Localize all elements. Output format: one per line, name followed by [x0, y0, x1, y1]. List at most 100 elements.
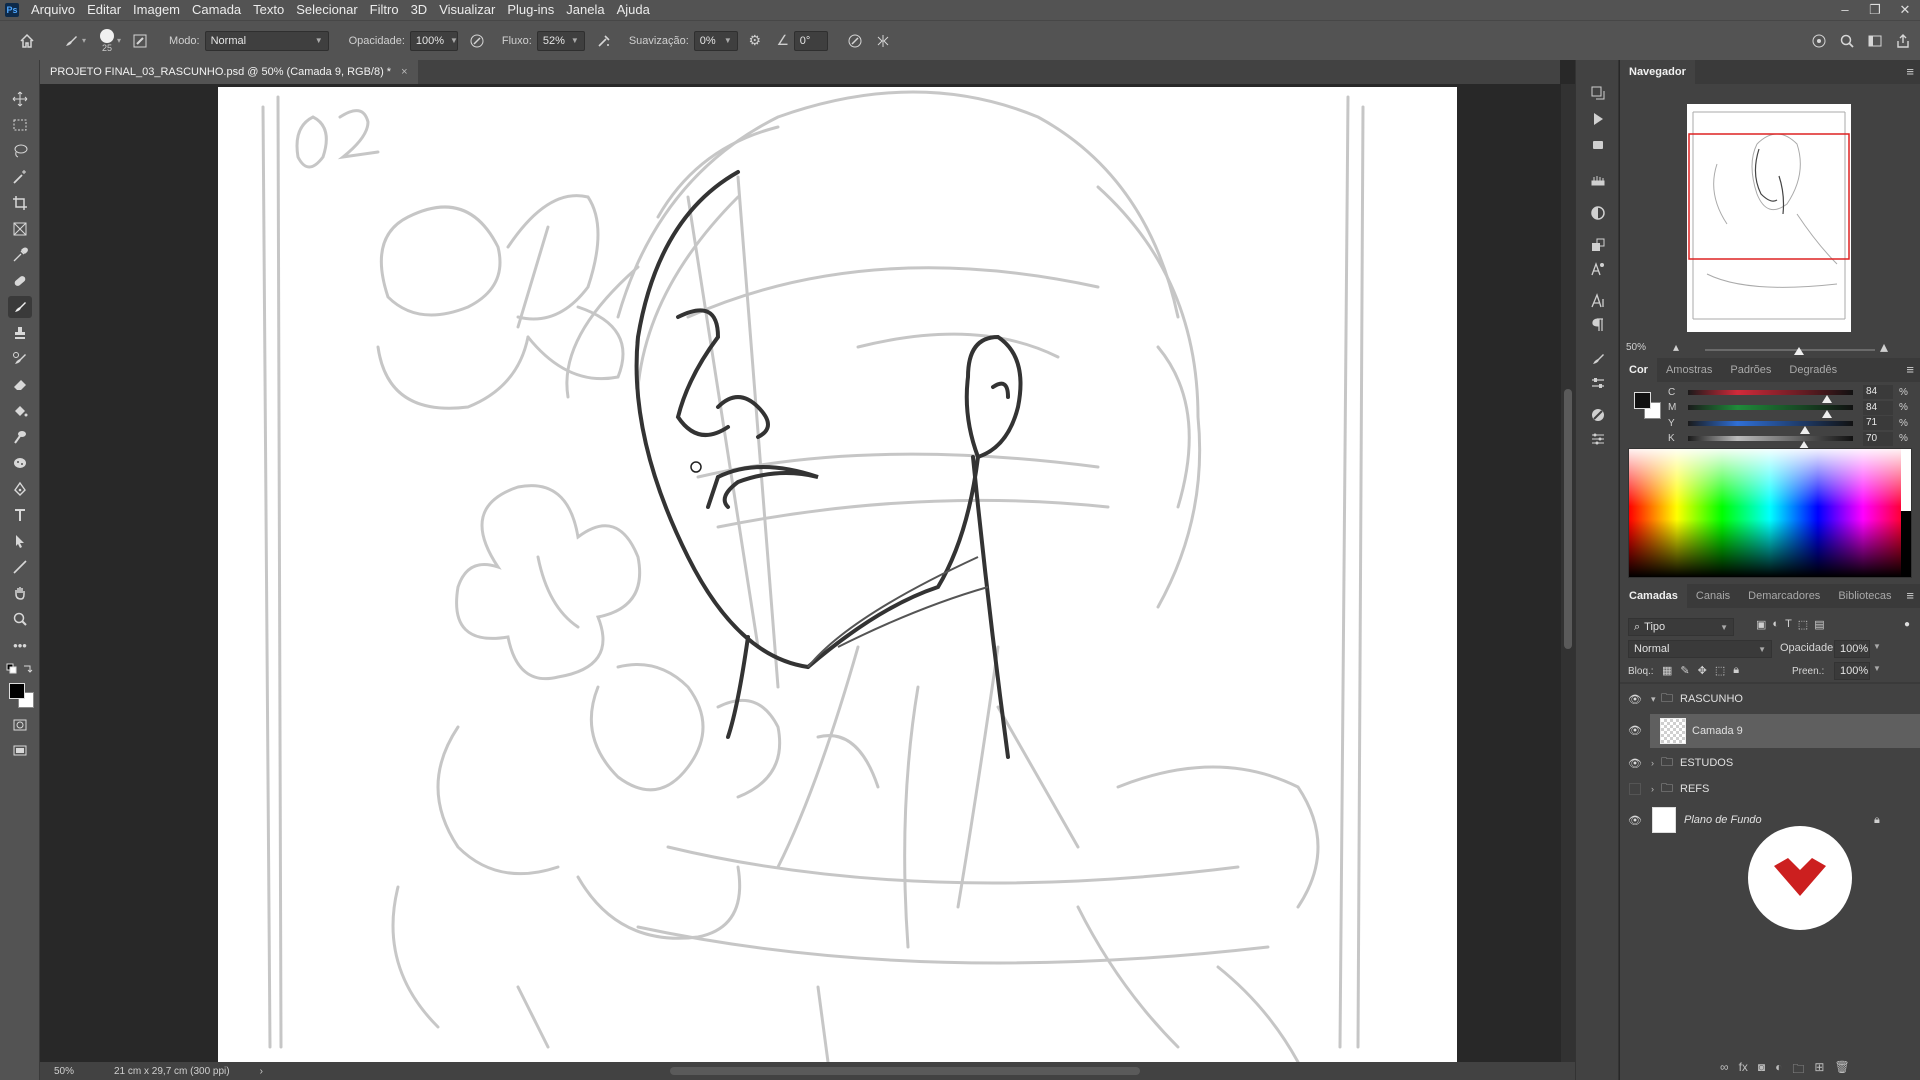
chevron-right-icon[interactable]: › — [1651, 758, 1654, 768]
document-canvas[interactable] — [218, 87, 1457, 1062]
restore-button[interactable]: ❐ — [1860, 0, 1890, 20]
chevron-down-icon[interactable]: ▼ — [1873, 664, 1881, 673]
opacity-input[interactable]: 100% ▼ — [409, 30, 458, 51]
lock-position-icon[interactable]: ✥ — [1698, 664, 1707, 677]
chevron-down-icon[interactable]: ▼ — [1873, 642, 1881, 651]
search-icon[interactable] — [1836, 30, 1858, 52]
slider-track[interactable] — [1688, 436, 1853, 449]
visibility-eye-icon[interactable]: 👁︎ — [1628, 757, 1642, 770]
tab-demarcadores[interactable]: Demarcadores — [1739, 584, 1829, 608]
pen-tool-icon[interactable] — [8, 478, 32, 500]
workspace-icon[interactable] — [1864, 30, 1886, 52]
eraser-tool-icon[interactable] — [8, 374, 32, 396]
menu-plugins[interactable]: Plug-ins — [501, 0, 560, 20]
zoom-tool-icon[interactable] — [8, 608, 32, 630]
brush-tool-icon[interactable] — [60, 30, 82, 52]
menu-editar[interactable]: Editar — [81, 0, 127, 20]
properties-icon[interactable] — [1587, 428, 1609, 450]
smoothing-input[interactable]: 0% ▼ — [693, 30, 738, 51]
new-layer-icon[interactable]: ⊞ — [1814, 1060, 1824, 1080]
chevron-down-icon[interactable]: ▾ — [1651, 694, 1656, 705]
add-mask-icon[interactable]: ◙ — [1758, 1060, 1765, 1080]
navigator-zoom-slider[interactable] — [1705, 347, 1875, 355]
menu-filtro[interactable]: Filtro — [364, 0, 405, 20]
foreground-color-chip[interactable] — [1634, 392, 1651, 409]
visibility-eye-icon[interactable]: 👁︎ — [1628, 693, 1642, 706]
history-brush-tool-icon[interactable] — [8, 348, 32, 370]
color-swatches[interactable] — [9, 683, 35, 709]
horizontal-scroll-thumb[interactable] — [670, 1067, 1140, 1075]
tab-canais[interactable]: Canais — [1687, 584, 1739, 608]
slider-value[interactable]: 84 — [1863, 385, 1893, 399]
slider-value[interactable]: 70 — [1863, 431, 1893, 446]
new-group-icon[interactable]: 🗀︎ — [1792, 1060, 1804, 1080]
quick-mask-icon[interactable] — [8, 714, 32, 736]
navigator-thumbnail[interactable] — [1687, 104, 1851, 332]
gear-icon[interactable]: ⚙ — [744, 30, 766, 52]
minimize-button[interactable]: – — [1830, 0, 1860, 20]
blend-mode-select[interactable]: Normal ▼ — [1628, 640, 1772, 658]
chevron-down-icon[interactable]: ▾ — [117, 36, 121, 45]
marquee-tool-icon[interactable] — [8, 114, 32, 136]
paragraph-icon[interactable] — [1587, 314, 1609, 336]
crop-tool-icon[interactable] — [8, 192, 32, 214]
tab-padroes[interactable]: Padrões — [1721, 358, 1780, 382]
visibility-off-box[interactable] — [1629, 783, 1641, 795]
screen-mode-icon[interactable] — [8, 740, 32, 762]
navigator-zoom-knob[interactable] — [1793, 347, 1804, 355]
tab-degrades[interactable]: Degradês — [1780, 358, 1846, 382]
brushes-panel-icon[interactable] — [1587, 134, 1609, 156]
adjustments-icon[interactable] — [1587, 404, 1609, 426]
symmetry-icon[interactable] — [872, 30, 894, 52]
close-tab-icon[interactable]: × — [401, 66, 407, 78]
cloud-document-icon[interactable] — [1808, 30, 1830, 52]
angle-input[interactable]: 0° — [793, 30, 828, 51]
type-tool-icon[interactable] — [8, 504, 32, 526]
path-selection-tool-icon[interactable] — [8, 530, 32, 552]
tab-amostras[interactable]: Amostras — [1657, 358, 1721, 382]
menu-selecionar[interactable]: Selecionar — [290, 0, 363, 20]
zoom-level-field[interactable]: 50% — [54, 1066, 94, 1077]
tab-cor[interactable]: Cor — [1620, 358, 1657, 382]
airbrush-icon[interactable] — [593, 30, 615, 52]
new-adjustment-icon[interactable]: ◐ — [1775, 1060, 1782, 1080]
menu-texto[interactable]: Texto — [247, 0, 290, 20]
panel-menu-icon[interactable]: ≡ — [1906, 60, 1914, 84]
brush-presets-icon[interactable] — [1587, 168, 1609, 190]
menu-janela[interactable]: Janela — [560, 0, 610, 20]
character-styles-icon[interactable] — [1587, 258, 1609, 280]
document-info[interactable]: 21 cm x 29,7 cm (300 ppi) — [114, 1066, 230, 1077]
adjustments-circle-icon[interactable] — [1587, 202, 1609, 224]
foreground-color-swatch[interactable] — [9, 683, 25, 699]
fill-input[interactable]: 100% — [1834, 662, 1870, 680]
flow-input[interactable]: 52% ▼ — [536, 30, 585, 51]
share-icon[interactable] — [1892, 30, 1914, 52]
vertical-scroll-thumb[interactable] — [1564, 389, 1572, 649]
menu-imagem[interactable]: Imagem — [127, 0, 186, 20]
zoom-out-icon[interactable]: ▴ — [1673, 340, 1679, 354]
home-icon[interactable] — [16, 30, 38, 52]
healing-brush-tool-icon[interactable] — [8, 270, 32, 292]
canvas-area[interactable] — [40, 84, 1560, 1062]
paint-bucket-tool-icon[interactable] — [8, 400, 32, 422]
navigator-view-box[interactable] — [1688, 133, 1850, 260]
document-tab[interactable]: PROJETO FINAL_03_RASCUNHO.psd @ 50% (Cam… — [40, 60, 418, 84]
brush-tool-icon[interactable] — [8, 296, 32, 318]
panel-menu-icon[interactable]: ≡ — [1906, 358, 1914, 382]
slider-track[interactable] — [1688, 405, 1853, 418]
lasso-tool-icon[interactable] — [8, 140, 32, 162]
slider-c[interactable]: C 84% — [1668, 384, 1918, 403]
visibility-eye-icon[interactable]: 👁︎ — [1628, 724, 1642, 737]
lock-pixels-icon[interactable]: ✎ — [1680, 664, 1689, 677]
chevron-down-icon[interactable]: ▾ — [82, 36, 86, 45]
eyedropper-tool-icon[interactable] — [8, 244, 32, 266]
fx-icon[interactable]: fx — [1739, 1060, 1748, 1080]
tab-camadas[interactable]: Camadas — [1620, 584, 1687, 608]
menu-arquivo[interactable]: Arquivo — [25, 0, 81, 20]
delete-layer-icon[interactable]: 🗑︎ — [1834, 1060, 1849, 1080]
history-icon[interactable] — [1587, 82, 1609, 104]
brush-preset-picker[interactable]: 25 — [100, 28, 115, 53]
layer-filter-select[interactable]: ⌕ Tipo ▼ — [1628, 618, 1734, 636]
slider-value[interactable]: 71 — [1863, 416, 1893, 430]
filter-toggle-icon[interactable]: ● — [1904, 619, 1910, 630]
